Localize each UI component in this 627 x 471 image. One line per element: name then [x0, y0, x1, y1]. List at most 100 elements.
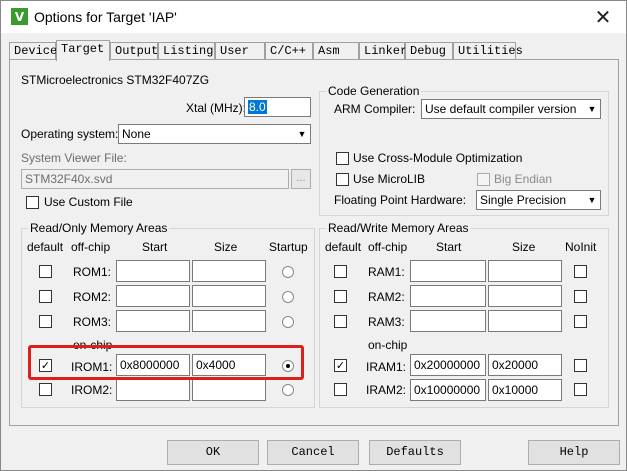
tab-c-cpp[interactable]: C/C++ [265, 42, 313, 60]
svf-input[interactable]: STM32F40x.svd [21, 169, 289, 189]
irom2-default-checkbox[interactable] [39, 383, 52, 396]
rom3-startup-radio[interactable] [282, 316, 294, 328]
arm-compiler-select[interactable]: Use default compiler version ▼ [421, 99, 601, 119]
ram-header-start: Start [436, 240, 462, 254]
rom-header-default: default [27, 240, 64, 254]
rom1-start-input[interactable] [116, 260, 190, 282]
irom2-label: IROM2: [71, 383, 113, 397]
ram2-size-input[interactable] [488, 285, 562, 307]
xtal-input[interactable]: 8.0 [244, 97, 311, 117]
window-title: Options for Target 'IAP' [34, 9, 177, 25]
irom1-start-input[interactable]: 0x8000000 [116, 354, 190, 376]
microlib-checkbox[interactable] [336, 173, 349, 186]
rom2-startup-radio[interactable] [282, 291, 294, 303]
ram2-default-checkbox[interactable] [334, 290, 347, 303]
ram1-noinit-checkbox[interactable] [574, 265, 587, 278]
tab-listing[interactable]: Listing [158, 42, 215, 60]
use-custom-file-checkbox[interactable] [26, 196, 39, 209]
iram2-size-input[interactable]: 0x10000 [488, 379, 562, 401]
iram1-size-input[interactable]: 0x20000 [488, 354, 562, 376]
os-select-value: None [122, 127, 151, 141]
help-button[interactable]: Help [528, 440, 620, 465]
rom3-start-input[interactable] [116, 310, 190, 332]
irom1-size-input[interactable]: 0x4000 [192, 354, 266, 376]
irom2-startup-radio[interactable] [282, 384, 294, 396]
chevron-down-icon: ▼ [297, 129, 307, 139]
tab-asm[interactable]: Asm [313, 42, 359, 60]
irom2-start-input[interactable] [116, 379, 190, 401]
options-dialog: V Options for Target 'IAP' ✕ Device Targ… [0, 0, 627, 471]
chevron-down-icon: ▼ [587, 195, 597, 205]
device-name: STMicroelectronics STM32F407ZG [21, 73, 210, 87]
ram-header-offchip: off-chip [368, 240, 408, 254]
iram2-noinit-checkbox[interactable] [574, 383, 587, 396]
use-custom-file-label: Use Custom File [44, 195, 133, 209]
rom2-start-input[interactable] [116, 285, 190, 307]
ram2-noinit-checkbox[interactable] [574, 290, 587, 303]
title-bar: V Options for Target 'IAP' ✕ [1, 1, 626, 33]
tab-utilities[interactable]: Utilities [453, 42, 523, 60]
tab-user[interactable]: User [215, 42, 265, 60]
big-endian-label: Big Endian [494, 172, 553, 186]
iram1-noinit-checkbox[interactable] [574, 359, 587, 372]
iram1-start-input[interactable]: 0x20000000 [410, 354, 486, 376]
ram3-start-input[interactable] [410, 310, 486, 332]
rom-header-start: Start [142, 240, 168, 254]
chevron-down-icon: ▼ [587, 104, 597, 114]
arm-compiler-value: Use default compiler version [425, 102, 577, 116]
microlib-label: Use MicroLIB [353, 172, 426, 186]
tab-target[interactable]: Target [56, 40, 110, 61]
code-generation-title: Code Generation [326, 84, 422, 98]
tab-output[interactable]: Output [110, 42, 158, 60]
iram2-label: IRAM2: [366, 383, 407, 397]
ram1-default-checkbox[interactable] [334, 265, 347, 278]
irom2-size-input[interactable] [192, 379, 266, 401]
rom1-label: ROM1: [73, 265, 112, 279]
tab-linker[interactable]: Linker [359, 42, 407, 60]
defaults-button[interactable]: Defaults [369, 440, 461, 465]
fp-hardware-value: Single Precision [480, 193, 567, 207]
rom2-label: ROM2: [73, 290, 112, 304]
ram1-start-input[interactable] [410, 260, 486, 282]
rom1-default-checkbox[interactable] [39, 265, 52, 278]
rom3-default-checkbox[interactable] [39, 315, 52, 328]
ram2-start-input[interactable] [410, 285, 486, 307]
rom1-startup-radio[interactable] [282, 266, 294, 278]
iram2-start-input[interactable]: 0x10000000 [410, 379, 486, 401]
os-select[interactable]: None ▼ [118, 124, 311, 144]
ram-group-title: Read/Write Memory Areas [326, 221, 471, 235]
ram3-label: RAM3: [368, 315, 405, 329]
rom1-size-input[interactable] [192, 260, 266, 282]
irom1-startup-radio[interactable] [282, 360, 294, 372]
fp-hardware-label: Floating Point Hardware: [334, 193, 467, 207]
tab-device[interactable]: Device [9, 42, 57, 60]
ok-button[interactable]: OK [167, 440, 259, 465]
irom1-label: IROM1: [71, 360, 113, 374]
ram3-noinit-checkbox[interactable] [574, 315, 587, 328]
arm-compiler-label: ARM Compiler: [334, 102, 416, 116]
ram1-label: RAM1: [368, 265, 405, 279]
ram3-default-checkbox[interactable] [334, 315, 347, 328]
iram2-default-checkbox[interactable] [334, 383, 347, 396]
rom2-default-checkbox[interactable] [39, 290, 52, 303]
cancel-button[interactable]: Cancel [267, 440, 359, 465]
ram-onchip-label: on-chip [368, 338, 408, 352]
cross-module-checkbox[interactable] [336, 152, 349, 165]
tab-debug[interactable]: Debug [405, 42, 453, 60]
cross-module-label: Use Cross-Module Optimization [353, 151, 523, 165]
rom-onchip-label: on-chip [73, 338, 113, 352]
ram1-size-input[interactable] [488, 260, 562, 282]
irom1-default-checkbox[interactable]: ✓ [39, 359, 52, 372]
iram1-default-checkbox[interactable]: ✓ [334, 359, 347, 372]
ram3-size-input[interactable] [488, 310, 562, 332]
os-label: Operating system: [21, 127, 119, 141]
rom3-size-input[interactable] [192, 310, 266, 332]
svf-browse-button[interactable]: ... [291, 169, 311, 189]
keil-logo-icon: V [11, 8, 28, 25]
close-icon[interactable]: ✕ [580, 1, 626, 33]
fp-hardware-select[interactable]: Single Precision ▼ [476, 190, 601, 210]
svf-label: System Viewer File: [21, 151, 127, 165]
big-endian-checkbox[interactable] [477, 173, 490, 186]
ram-header-noinit: NoInit [565, 240, 597, 254]
rom2-size-input[interactable] [192, 285, 266, 307]
